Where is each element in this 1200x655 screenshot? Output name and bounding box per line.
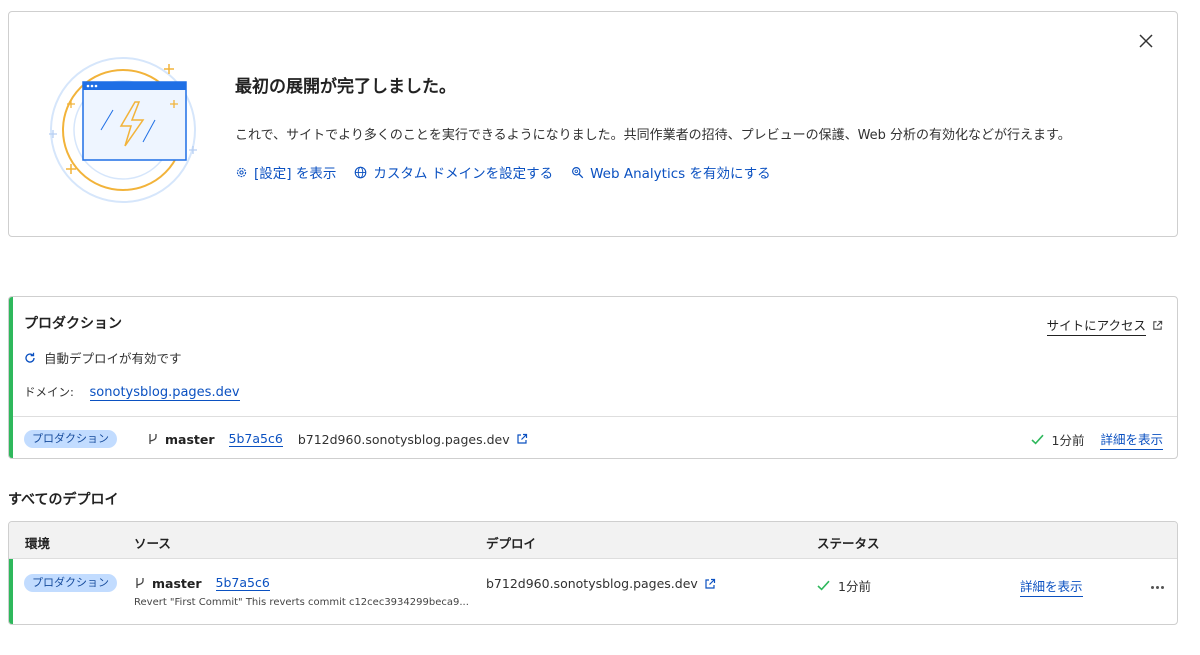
- branch: master: [147, 432, 215, 447]
- git-branch-icon: [149, 434, 157, 444]
- table-row[interactable]: プロダクション master 5b7a5c6 Revert "First Com…: [9, 559, 1177, 624]
- deploy-time: 1分前: [838, 579, 871, 594]
- commit-message: Revert "First Commit" This reverts commi…: [134, 597, 469, 608]
- deploy-url-text: b712d960.sonotysblog.pages.dev: [486, 576, 698, 591]
- all-deploys-title: すべてのデプロイ: [8, 492, 119, 508]
- production-deploy-row: プロダクション master 5b7a5c6 b712d960.sonotysb…: [24, 427, 1163, 451]
- external-link-icon: [1153, 320, 1163, 330]
- web-analytics-label: Web Analytics を有効にする: [590, 166, 771, 182]
- gear-icon: [236, 167, 247, 177]
- commit-hash-link[interactable]: 5b7a5c6: [228, 431, 283, 447]
- production-accent-bar: [9, 297, 13, 458]
- custom-domain-label: カスタム ドメインを設定する: [373, 166, 554, 182]
- view-details-link[interactable]: 詳細を表示: [1020, 576, 1083, 597]
- environment-badge: プロダクション: [24, 574, 117, 592]
- view-settings-label: [設定] を表示: [254, 166, 337, 182]
- view-details-link[interactable]: 詳細を表示: [1100, 429, 1163, 450]
- deploy-url: b712d960.sonotysblog.pages.dev: [486, 576, 716, 591]
- production-title: プロダクション: [24, 316, 122, 332]
- branch: master: [134, 576, 202, 591]
- branch-name: master: [152, 575, 202, 591]
- environment-badge: プロダクション: [24, 430, 117, 448]
- banner-description: これで、サイトでより多くのことを実行できるようになりました。共同作業者の招待、プ…: [235, 128, 1071, 143]
- deploy-status: 1分前: [1030, 430, 1085, 449]
- deploys-table: 環境 ソース デプロイ ステータス プロダクション master 5b7a5c6…: [8, 521, 1178, 625]
- external-link-icon[interactable]: [704, 578, 716, 590]
- external-link-icon[interactable]: [516, 433, 528, 445]
- magnifier-icon: [572, 166, 584, 178]
- commit-hash-link[interactable]: 5b7a5c6: [215, 575, 270, 591]
- git-branch-icon: [136, 578, 144, 588]
- first-deploy-banner: 最初の展開が完了しました。 これで、サイトでより多くのことを実行できるようになり…: [8, 11, 1178, 237]
- close-icon[interactable]: [1137, 32, 1155, 50]
- view-settings-link[interactable]: [設定] を表示: [235, 162, 336, 182]
- production-divider: [13, 416, 1177, 417]
- row-source: master 5b7a5c6: [134, 575, 270, 591]
- refresh-icon: [25, 352, 35, 363]
- table-header: 環境 ソース デプロイ ステータス: [9, 522, 1177, 559]
- web-analytics-link[interactable]: Web Analytics を有効にする: [571, 162, 771, 182]
- row-accent-bar: [9, 559, 13, 624]
- deploy-illustration-icon: [49, 57, 197, 203]
- branch-name: master: [165, 431, 215, 447]
- production-card: プロダクション サイトにアクセス 自動デプロイが有効です ドメイン: sonot…: [8, 296, 1178, 459]
- custom-domain-link[interactable]: カスタム ドメインを設定する: [354, 162, 553, 182]
- globe-icon: [355, 166, 367, 178]
- deploy-status: 1分前: [817, 576, 871, 595]
- auto-deploy-status: 自動デプロイが有効です: [24, 348, 182, 367]
- column-header-deploy: デプロイ: [486, 536, 537, 551]
- visit-site-label: サイトにアクセス: [1046, 315, 1146, 336]
- column-header-status: ステータス: [817, 536, 880, 551]
- deploy-url: b712d960.sonotysblog.pages.dev: [298, 432, 528, 447]
- visit-site-link[interactable]: サイトにアクセス: [1046, 315, 1163, 336]
- domain-link[interactable]: sonotysblog.pages.dev: [89, 385, 240, 401]
- banner-actions: [設定] を表示 カスタム ドメインを設定する Web Analytics を有…: [235, 162, 771, 182]
- domain-label: ドメイン:: [24, 385, 74, 399]
- column-header-environment: 環境: [25, 536, 51, 551]
- banner-title: 最初の展開が完了しました。: [235, 77, 456, 97]
- more-options-icon[interactable]: [1147, 581, 1167, 593]
- check-icon: [1030, 434, 1044, 445]
- domain-row: ドメイン: sonotysblog.pages.dev: [24, 384, 240, 401]
- deploy-url-text: b712d960.sonotysblog.pages.dev: [297, 431, 510, 447]
- column-header-source: ソース: [134, 536, 171, 551]
- check-icon: [817, 580, 830, 591]
- deploy-time: 1分前: [1051, 432, 1085, 448]
- auto-deploy-label: 自動デプロイが有効です: [44, 351, 182, 366]
